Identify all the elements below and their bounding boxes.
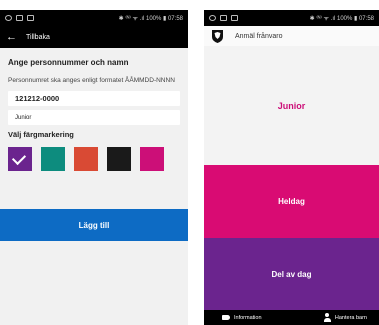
app-header: ← Tillbaka	[0, 26, 188, 48]
nav-information-label: Information	[234, 314, 262, 321]
full-day-button[interactable]: Heldag	[204, 165, 379, 238]
person-icon	[323, 313, 331, 322]
nav-manage-children[interactable]: Hantera barn	[323, 313, 367, 322]
color-swatch-purple[interactable]	[8, 147, 32, 171]
status-text: ✱ ⁽ᴺ⁾ ᯤ .ıl 100% ▮ 07:58	[309, 16, 374, 22]
form-heading: Ange personnummer och namn	[8, 58, 129, 67]
status-text: ✱ ⁽ᴺ⁾ ᯤ .ıl 100% ▮ 07:58	[118, 16, 183, 22]
report-absence-screen: ✱ ⁽ᴺ⁾ ᯤ .ıl 100% ▮ 07:58 Anmäl frånvaro …	[204, 10, 379, 325]
status-bar: ✱ ⁽ᴺ⁾ ᯤ .ıl 100% ▮ 07:58	[0, 10, 188, 26]
name-input[interactable]: Junior	[8, 110, 180, 125]
add-child-form: Ange personnummer och namn Personnumret …	[0, 48, 188, 171]
back-button[interactable]: Tillbaka	[26, 34, 50, 41]
back-arrow-icon[interactable]: ←	[6, 31, 17, 43]
status-bar: ✱ ⁽ᴺ⁾ ᯤ .ıl 100% ▮ 07:58	[204, 10, 379, 26]
coat-of-arms-logo-icon	[212, 29, 223, 43]
bottom-nav: Information Hantera barn	[204, 310, 379, 325]
tag-icon	[222, 315, 230, 320]
check-icon	[11, 150, 27, 166]
color-label: Välj färgmarkering	[8, 130, 74, 139]
color-swatch-pink[interactable]	[140, 147, 164, 171]
color-picker	[8, 147, 180, 171]
page-title: Anmäl frånvaro	[235, 32, 283, 40]
child-name: Junior	[204, 46, 379, 165]
color-swatch-teal[interactable]	[41, 147, 65, 171]
image-icon	[220, 15, 227, 21]
add-child-screen: ✱ ⁽ᴺ⁾ ᯤ .ıl 100% ▮ 07:58 ← Tillbaka Ange…	[0, 10, 188, 325]
add-button[interactable]: Lägg till	[0, 209, 188, 241]
personnummer-input[interactable]: 121212-0000	[8, 91, 180, 106]
app-header: Anmäl frånvaro	[204, 26, 379, 46]
clock-icon	[5, 15, 12, 21]
nav-information[interactable]: Information	[222, 315, 262, 321]
format-hint: Personnumret ska anges enligt formatet Å…	[8, 77, 175, 84]
lock-icon	[27, 15, 34, 21]
nav-manage-children-label: Hantera barn	[334, 314, 367, 321]
image-icon	[16, 15, 23, 21]
lock-icon	[231, 15, 238, 21]
color-swatch-black[interactable]	[107, 147, 131, 171]
part-day-button[interactable]: Del av dag	[204, 238, 379, 310]
clock-icon	[209, 15, 216, 21]
color-swatch-orange[interactable]	[74, 147, 98, 171]
